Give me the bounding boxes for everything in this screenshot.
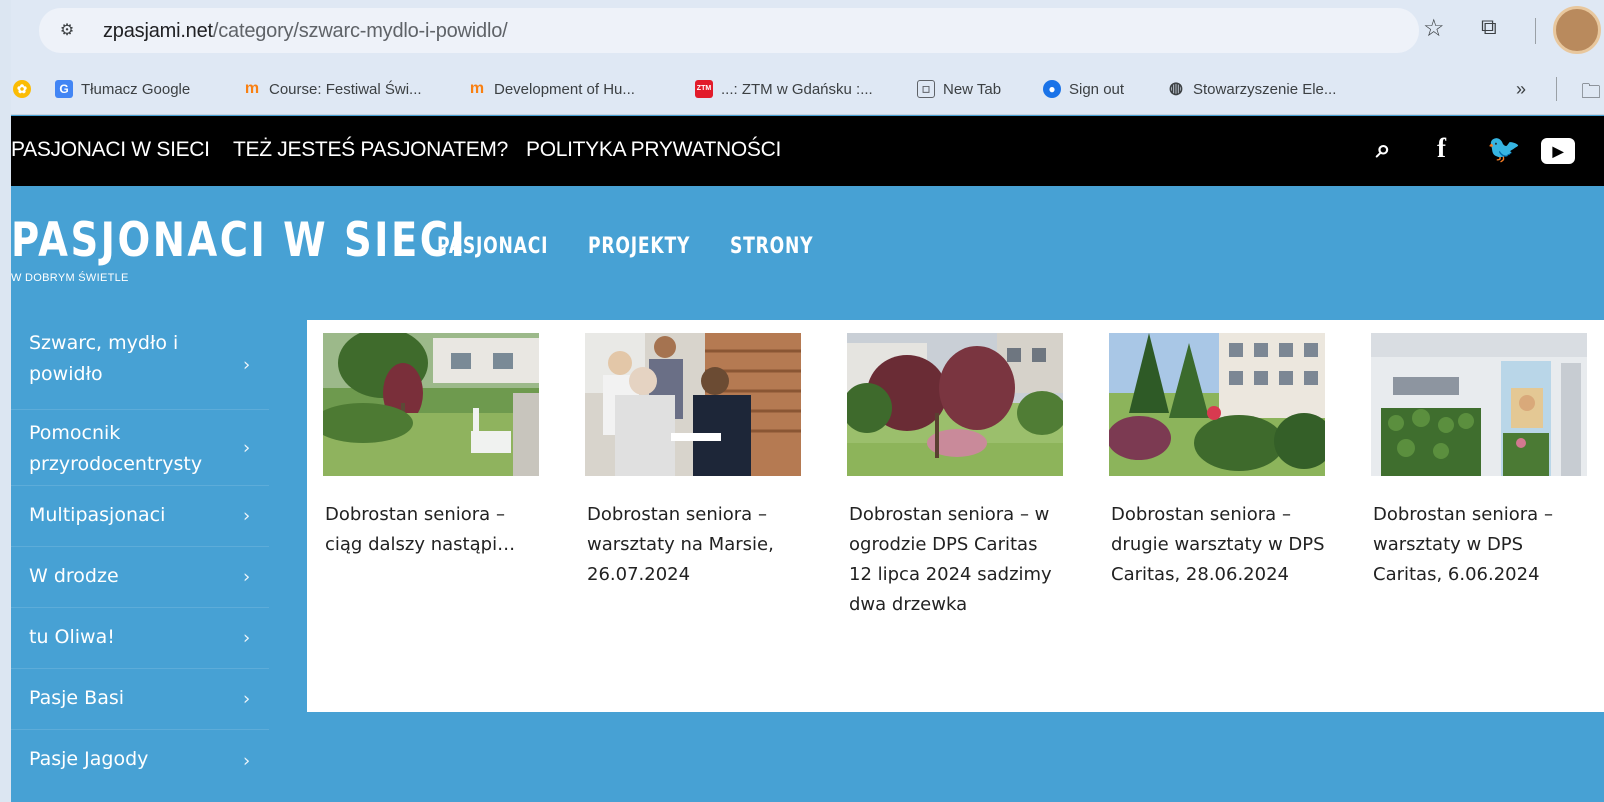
post-thumbnail[interactable] <box>1371 333 1587 476</box>
post-thumbnail[interactable] <box>323 333 539 476</box>
more-bookmarks-icon[interactable]: » <box>1516 79 1526 100</box>
bookmark-item[interactable]: ● Sign out <box>1043 77 1124 101</box>
url-field[interactable]: ⚙ zpasjami.net/category/szwarc-mydlo-i-p… <box>39 8 1419 53</box>
sidebar-item-label: W drodze <box>29 565 119 587</box>
new-tab-icon: ◻ <box>917 80 935 98</box>
post-title[interactable]: Dobrostan seniora – warsztaty na Marsie,… <box>585 500 801 590</box>
bookmark-label: Development of Hu... <box>494 80 635 98</box>
sidebar-item-w-drodze[interactable]: W drodze › <box>11 547 269 608</box>
topnav-link-polityka[interactable]: POLITYKA PRYWATNOŚCI <box>526 138 781 162</box>
posts-panel: Dobrostan seniora – ciąg dalszy nastąpi…… <box>307 320 1604 712</box>
site-title[interactable]: PASJONACI W SIECI <box>11 213 467 268</box>
post-thumbnail[interactable] <box>585 333 801 476</box>
bookmark-label: Stowarzyszenie Ele... <box>1193 80 1337 98</box>
bookmark-item[interactable]: G Tłumacz Google <box>55 77 190 101</box>
bookmark-item[interactable]: m Course: Festiwal Świ... <box>243 77 422 101</box>
chevron-right-icon: › <box>243 627 251 649</box>
post-title[interactable]: Dobrostan seniora – w ogrodzie DPS Carit… <box>847 500 1063 620</box>
sidebar-item-tu-oliwa[interactable]: tu Oliwa! › <box>11 608 269 669</box>
url-path: /category/szwarc-mydlo-i-powidlo/ <box>212 20 508 42</box>
site-info-icon[interactable]: ⚙ <box>55 19 79 43</box>
chevron-right-icon: › <box>243 437 251 458</box>
post-title[interactable]: Dobrostan seniora – warsztaty w DPS Cari… <box>1371 500 1587 590</box>
post-card[interactable]: Dobrostan seniora – warsztaty w DPS Cari… <box>1371 333 1587 590</box>
moodle-icon: m <box>469 80 485 97</box>
post-thumbnail[interactable] <box>847 333 1063 476</box>
post-card[interactable]: Dobrostan seniora – drugie warsztaty w D… <box>1109 333 1325 590</box>
ztm-icon: ZTM <box>695 80 713 98</box>
bookmark-label: ...: ZTM w Gdańsku :... <box>721 80 873 98</box>
chevron-right-icon: › <box>243 566 251 588</box>
sidebar-item-pasje-basi[interactable]: Pasje Basi › <box>11 669 269 730</box>
moodle-icon: m <box>244 80 260 97</box>
sign-out-icon: ● <box>1043 80 1061 98</box>
post-title[interactable]: Dobrostan seniora – ciąg dalszy nastąpi… <box>323 500 539 560</box>
category-sidebar: Szwarc, mydło i powidło › Pomocnik przyro… <box>11 320 269 791</box>
sidebar-item-pomocnik[interactable]: Pomocnik przyrodocentrysty › <box>11 410 269 486</box>
sidebar-item-pasje-jagody[interactable]: Pasje Jagody › <box>11 730 269 791</box>
post-card[interactable]: Dobrostan seniora – warsztaty na Marsie,… <box>585 333 801 590</box>
site-tagline: W DOBRYM ŚWIETLE <box>11 272 129 284</box>
search-icon[interactable]: ⌕ <box>1376 133 1391 165</box>
chevron-right-icon: › <box>243 354 251 375</box>
bookmark-label: New Tab <box>943 80 1002 98</box>
bookmark-label: Course: Festiwal Świ... <box>269 80 422 98</box>
topnav-link-pasjonaci[interactable]: PASJONACI W SIECI <box>11 138 210 162</box>
sidebar-item-label: Multipasjonaci <box>29 504 166 526</box>
sidebar-item-label: Pasje Jagody <box>29 748 149 770</box>
url-domain: zpasjami.net <box>103 20 213 42</box>
twitter-icon[interactable]: 🐦 <box>1487 133 1521 165</box>
post-thumbnail[interactable] <box>1109 333 1325 476</box>
bookmark-item[interactable]: ◻ New Tab <box>917 77 1001 101</box>
folder-icon[interactable]: 🗀 <box>1581 77 1601 111</box>
bookmark-label: Tłumacz Google <box>81 80 191 98</box>
facebook-icon[interactable]: f <box>1437 133 1446 164</box>
sidebar-item-label: Pasje Basi <box>29 687 125 709</box>
profile-avatar[interactable] <box>1553 6 1601 54</box>
mainnav-pasjonaci[interactable]: PASJONACI <box>437 234 548 259</box>
extensions-icon[interactable]: ⧉ <box>1481 14 1497 40</box>
bookmark-item[interactable]: m Development of Hu... <box>468 77 635 101</box>
globe-icon: ◍ <box>1169 80 1183 97</box>
bookmark-item[interactable]: ◍ Stowarzyszenie Ele... <box>1167 77 1336 101</box>
bookmark-star-icon[interactable]: ☆ <box>1423 14 1445 43</box>
sidebar-item-szwarc[interactable]: Szwarc, mydło i powidło › <box>11 320 269 410</box>
topnav-link-tez-jestes[interactable]: TEŻ JESTEŚ PASJONATEM? <box>233 138 508 162</box>
browser-address-bar: ⚙ zpasjami.net/category/szwarc-mydlo-i-p… <box>11 0 1604 63</box>
chevron-right-icon: › <box>243 505 251 527</box>
bookmarks-divider <box>1556 77 1557 101</box>
youtube-icon[interactable]: ▶ <box>1541 138 1575 164</box>
bookmark-label: Sign out <box>1069 80 1125 98</box>
apps-icon[interactable]: ✿ <box>13 77 31 101</box>
sidebar-item-label: tu Oliwa! <box>29 626 115 648</box>
mainnav-strony[interactable]: STRONY <box>730 234 813 259</box>
post-card[interactable]: Dobrostan seniora – w ogrodzie DPS Carit… <box>847 333 1063 620</box>
post-card[interactable]: Dobrostan seniora – ciąg dalszy nastąpi… <box>323 333 539 560</box>
bookmarks-bar: ✿ G Tłumacz Google m Course: Festiwal Świ.… <box>11 63 1604 115</box>
sidebar-item-label: Szwarc, mydło i powidło <box>29 332 179 385</box>
mainnav-projekty[interactable]: PROJEKTY <box>588 234 690 259</box>
post-title[interactable]: Dobrostan seniora – drugie warsztaty w D… <box>1109 500 1325 590</box>
chevron-right-icon: › <box>243 688 251 710</box>
left-edge-strip <box>0 0 11 802</box>
url-text[interactable]: zpasjami.net/category/szwarc-mydlo-i-pow… <box>103 20 508 43</box>
toolbar-divider <box>1535 18 1536 44</box>
sidebar-item-multipasjonaci[interactable]: Multipasjonaci › <box>11 486 269 547</box>
chevron-right-icon: › <box>243 750 251 771</box>
translate-icon: G <box>55 80 73 98</box>
top-navigation: PASJONACI W SIECI TEŻ JESTEŚ PASJONATEM?… <box>11 116 1604 186</box>
sidebar-item-label: Pomocnik przyrodocentrysty <box>29 422 203 475</box>
bookmark-item[interactable]: ZTM ...: ZTM w Gdańsku :... <box>695 77 873 101</box>
